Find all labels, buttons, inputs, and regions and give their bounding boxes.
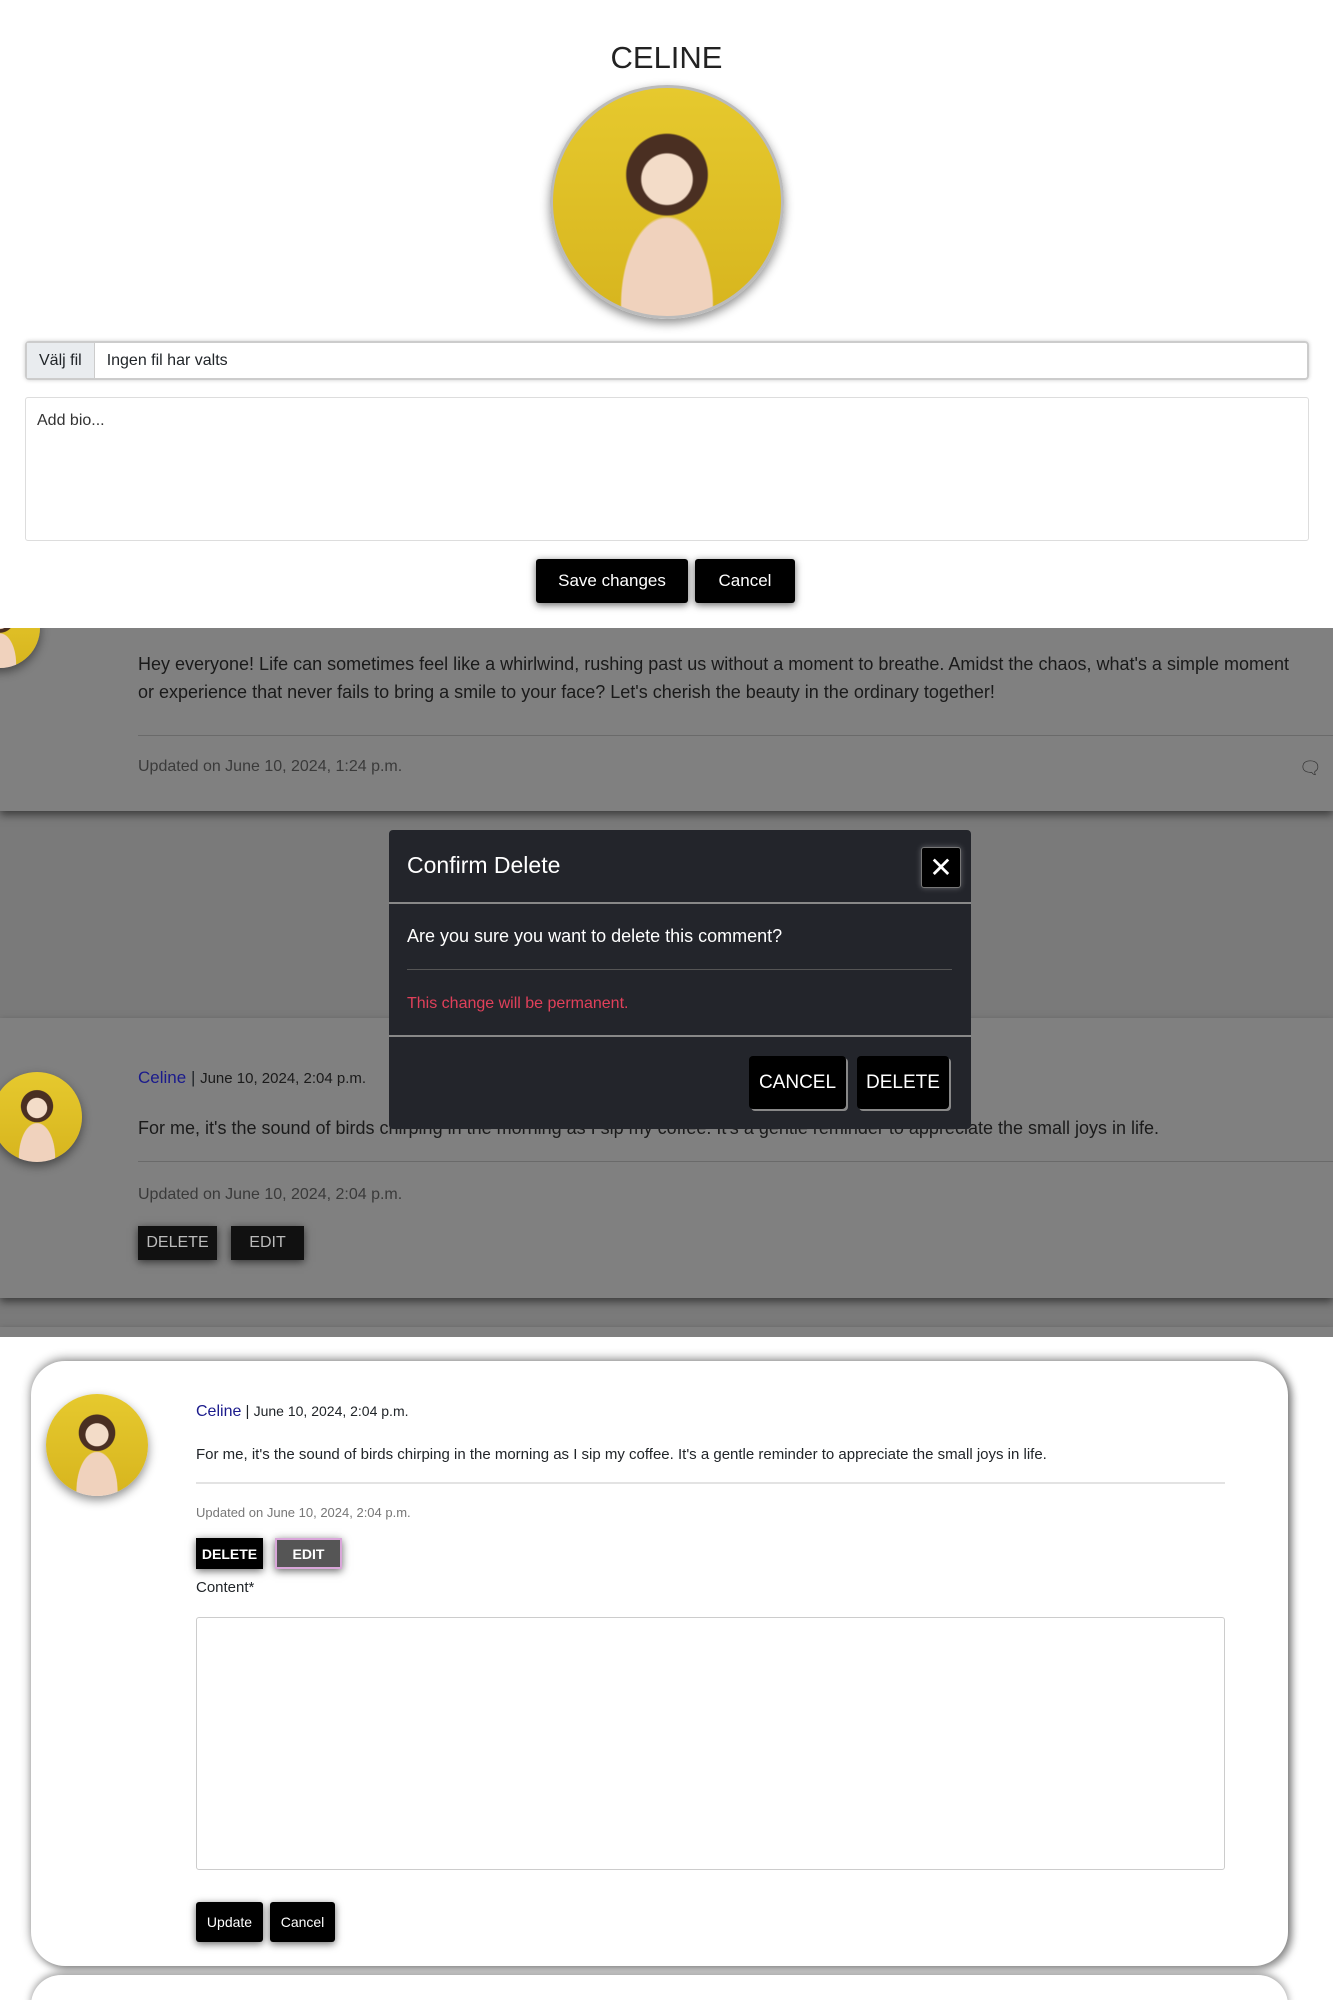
comment-meta: Celine | June 10, 2024, 2:04 p.m.: [138, 1068, 366, 1088]
divider: [138, 1161, 1333, 1162]
save-changes-button[interactable]: Save changes: [536, 559, 688, 603]
comment-meta: Celine | June 10, 2024, 2:04 p.m.: [196, 1403, 409, 1421]
comment-author-link[interactable]: Celine: [196, 1403, 241, 1420]
delete-comment-button[interactable]: DELETE: [196, 1538, 263, 1569]
post-card: Hey everyone! Life can sometimes feel li…: [0, 628, 1333, 811]
content-textarea[interactable]: [196, 1617, 1225, 1870]
comment-date: June 10, 2024, 2:04 p.m.: [253, 1403, 409, 1419]
comments-with-modal: Hey everyone! Life can sometimes feel li…: [0, 628, 1333, 1337]
file-status: Ingen fil har valts: [106, 351, 228, 369]
bio-textarea[interactable]: Add bio...: [25, 397, 1309, 541]
comment-avatar: [0, 1072, 82, 1162]
comment-avatar: [46, 1394, 148, 1496]
profile-name: CELINE: [610, 40, 723, 75]
divider: [389, 1035, 971, 1037]
separator: |: [245, 1403, 250, 1420]
comment-content: For me, it's the sound of birds chirping…: [196, 1446, 1047, 1463]
comment-icon[interactable]: 🗨: [1299, 758, 1322, 779]
profile-avatar: [550, 85, 784, 319]
cancel-edit-button[interactable]: Cancel: [270, 1902, 335, 1942]
modal-delete-button[interactable]: DELETE: [857, 1056, 949, 1109]
modal-question: Are you sure you want to delete this com…: [407, 926, 783, 946]
separator: |: [190, 1068, 196, 1087]
confirm-delete-modal: Confirm Delete ✕ Are you sure you want t…: [389, 830, 971, 1129]
post-content: Hey everyone! Life can sometimes feel li…: [138, 654, 1289, 702]
update-button[interactable]: Update: [196, 1902, 263, 1942]
edit-comment-button[interactable]: EDIT: [231, 1226, 304, 1260]
profile-edit-section: CELINE Välj fil Ingen fil har valts Add …: [0, 0, 1333, 628]
modal-warning: This change will be permanent.: [407, 995, 629, 1012]
comment-card: Celine | June 10, 2024, 2:04 p.m. For me…: [31, 1361, 1288, 1966]
divider: [407, 969, 952, 970]
divider: [389, 902, 971, 904]
next-card: [0, 1327, 1333, 1337]
file-input[interactable]: Välj fil Ingen fil har valts: [25, 341, 1309, 380]
cancel-button[interactable]: Cancel: [695, 559, 795, 603]
choose-file-button[interactable]: Välj fil: [27, 343, 95, 378]
post-updated: Updated on June 10, 2024, 1:24 p.m.: [138, 758, 403, 775]
divider: [138, 735, 1333, 736]
modal-title: Confirm Delete: [407, 852, 561, 878]
post-avatar: [0, 628, 40, 668]
delete-comment-button[interactable]: DELETE: [138, 1226, 217, 1260]
modal-cancel-button[interactable]: CANCEL: [749, 1056, 846, 1109]
comment-edit-section: Celine | June 10, 2024, 2:04 p.m. For me…: [0, 1337, 1333, 2000]
next-card: [31, 1975, 1288, 2000]
content-label: Content*: [196, 1579, 255, 1596]
divider: [196, 1482, 1225, 1484]
comment-author-link[interactable]: Celine: [138, 1068, 186, 1087]
edit-comment-button[interactable]: EDIT: [275, 1538, 342, 1569]
close-icon[interactable]: ✕: [921, 847, 961, 888]
comment-updated: Updated on June 10, 2024, 2:04 p.m.: [196, 1505, 411, 1520]
comment-updated: Updated on June 10, 2024, 2:04 p.m.: [138, 1186, 403, 1203]
comment-date: June 10, 2024, 2:04 p.m.: [200, 1070, 367, 1087]
